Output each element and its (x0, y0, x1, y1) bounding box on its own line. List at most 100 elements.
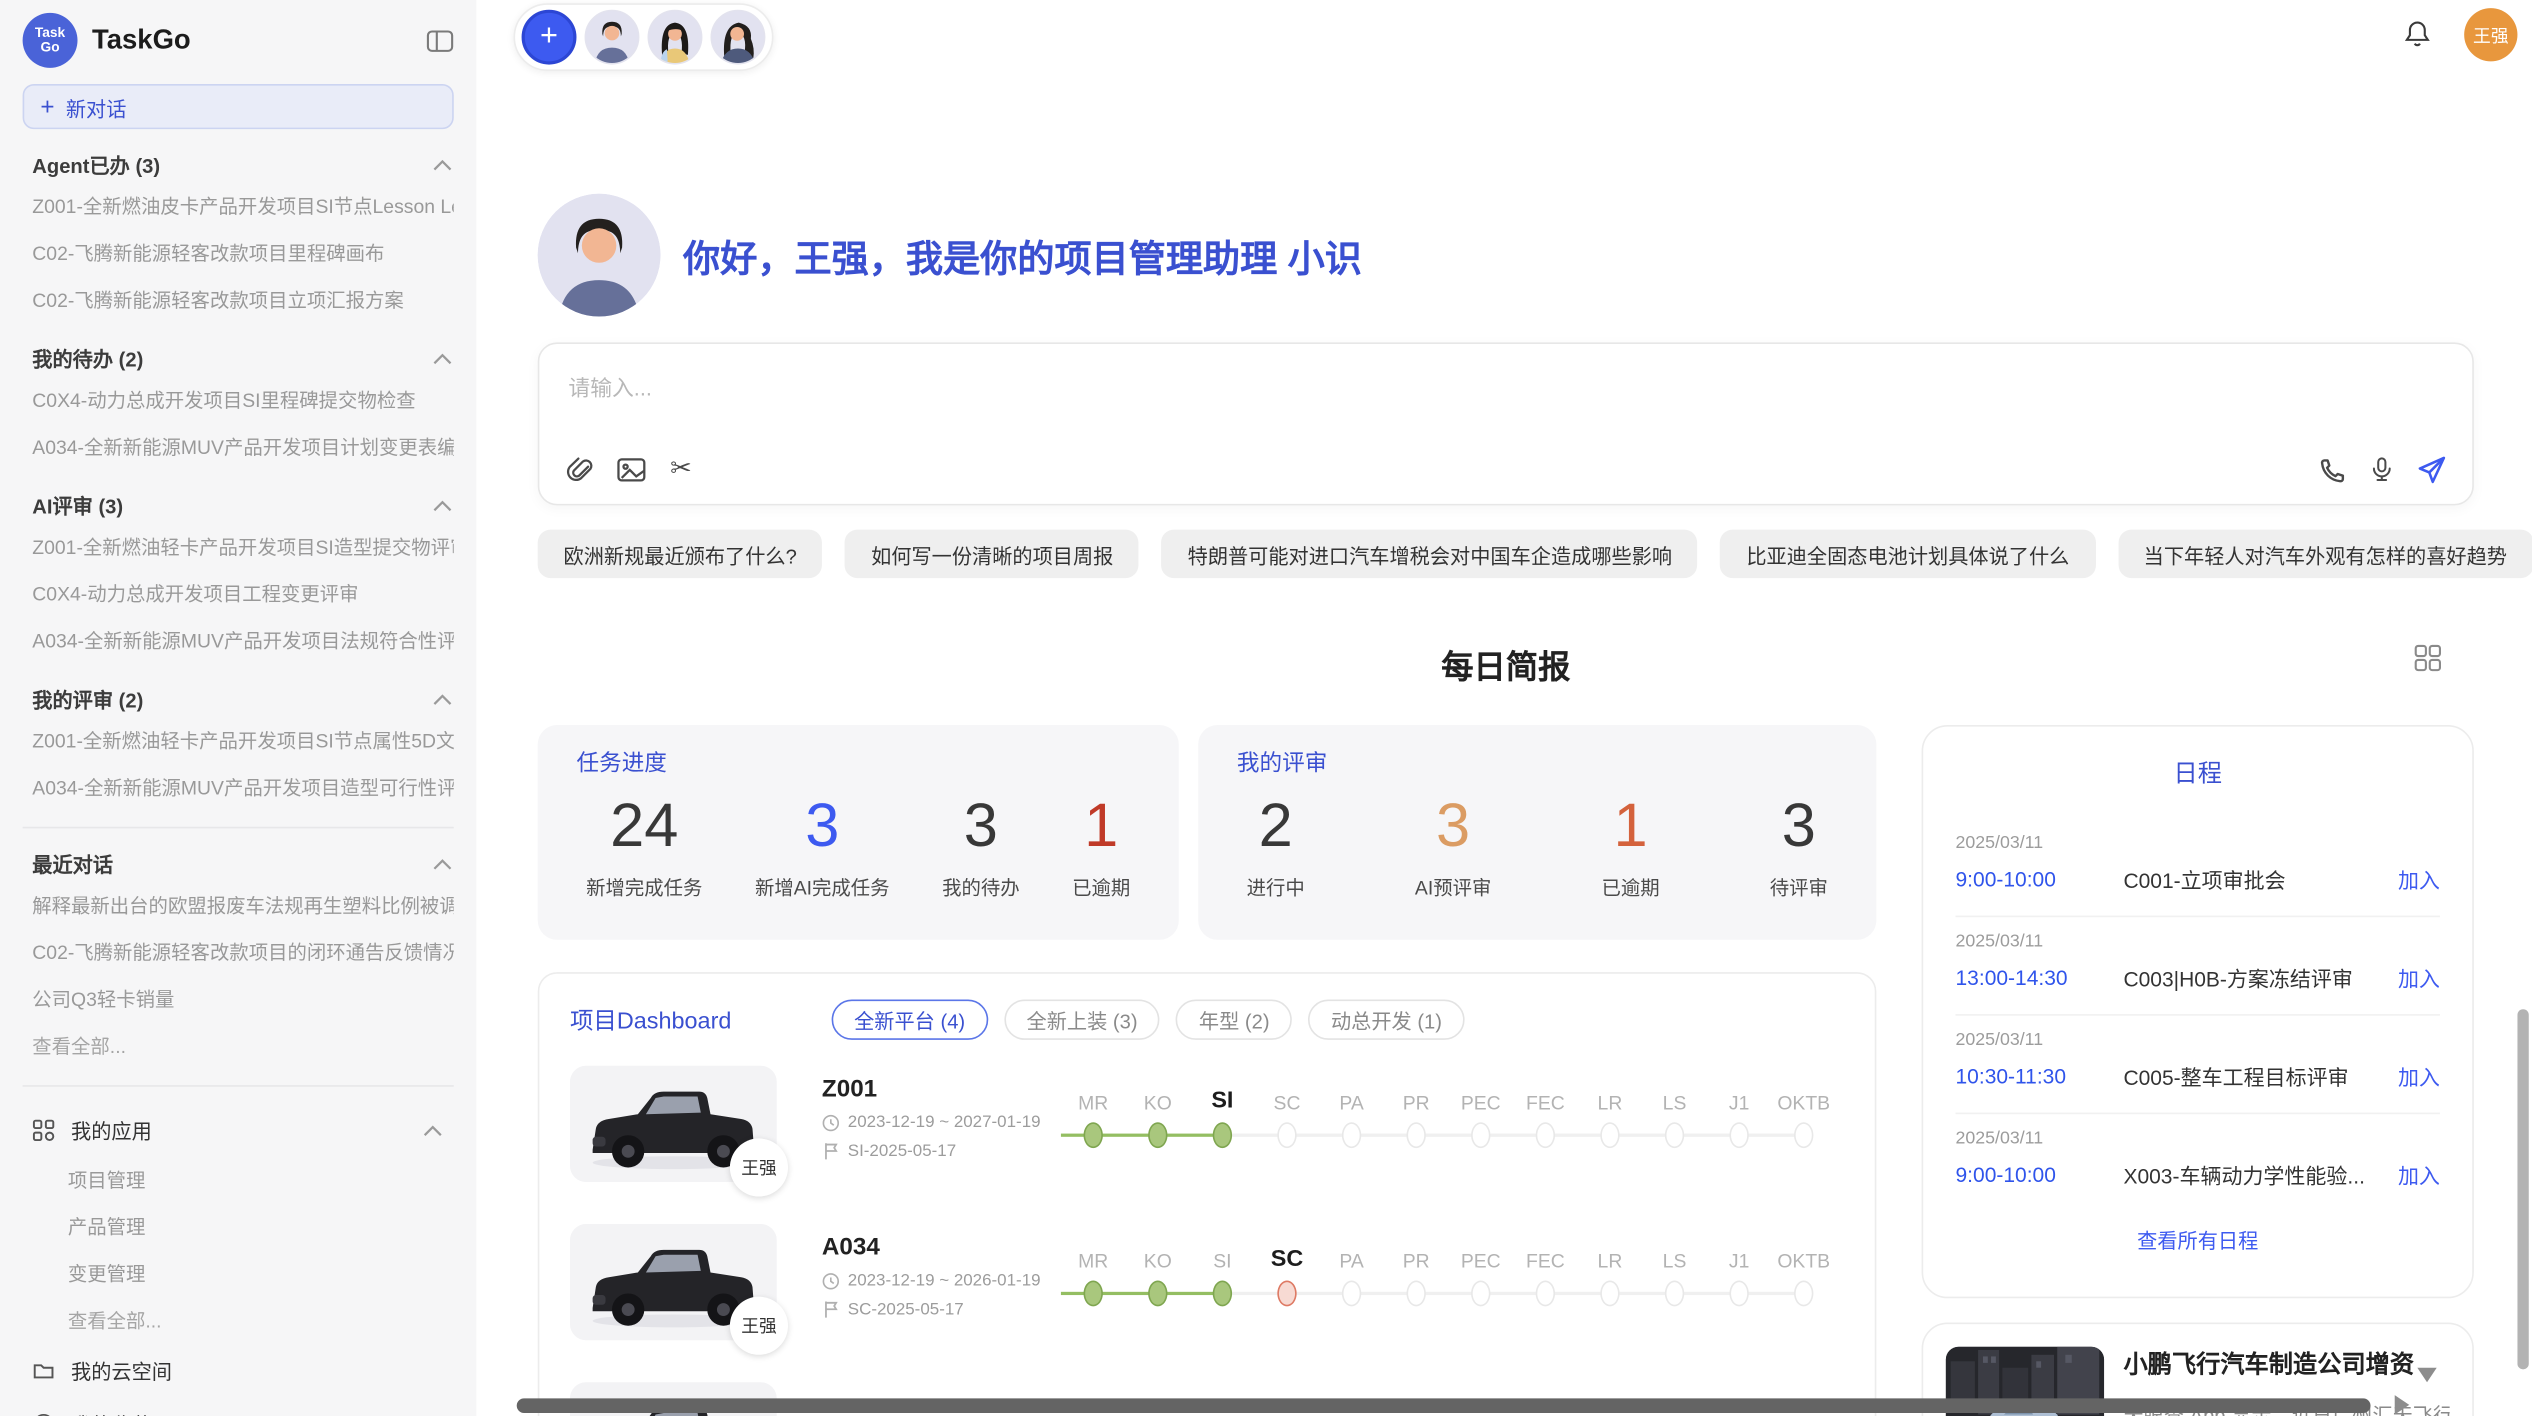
section-header[interactable]: 我的待办 (2) (23, 342, 454, 373)
sidebar-item-cloud-space[interactable]: 我的云空间 (23, 1344, 454, 1397)
sidebar-item-my-apps[interactable]: 我的应用 (23, 1103, 454, 1156)
assistant-avatar (538, 194, 661, 317)
schedule-title: 日程 (1956, 756, 2440, 790)
image-upload-icon[interactable] (617, 457, 646, 483)
dashboard-title: 项目Dashboard (570, 1003, 731, 1037)
sidebar-list-item[interactable]: Z001-全新燃油轻卡产品开发项目SI造型提交物评审 (23, 523, 454, 570)
sidebar-list-item[interactable]: A034-全新新能源MUV产品开发项目计划变更表编写 (23, 423, 454, 470)
sidebar-list-item[interactable]: C02-飞腾新能源轻客改款项目立项汇报方案 (23, 276, 454, 323)
milestone-label: J1 (1707, 1250, 1772, 1273)
stat-value: 24 (586, 788, 702, 868)
dashboard-filter-pill[interactable]: 全新上装 (3) (1004, 1000, 1160, 1040)
stat-label: 已逾期 (1072, 874, 1130, 901)
app-title: TaskGo (92, 24, 426, 56)
recent-section-header[interactable]: 最近对话 (23, 848, 454, 879)
milestone-label: PR (1384, 1092, 1449, 1115)
stat-column: 1 已逾期 (1072, 788, 1130, 902)
divider (23, 1085, 454, 1087)
join-meeting-link[interactable]: 加入 (2398, 1061, 2440, 1092)
recent-view-all[interactable]: 查看全部... (23, 1022, 454, 1069)
sidebar-list-item[interactable]: 变更管理 (68, 1250, 454, 1297)
milestone-dot (1600, 1122, 1619, 1148)
sidebar-list-item[interactable]: 产品管理 (68, 1203, 454, 1250)
layout-grid-icon[interactable] (2414, 644, 2441, 671)
dashboard-filter-pill[interactable]: 动总开发 (1) (1308, 1000, 1464, 1040)
project-code: A034 (822, 1234, 1061, 1261)
sidebar-list-item[interactable]: A034-全新新能源MUV产品开发项目造型可行性评审 (23, 764, 454, 811)
sidebar-section: Agent已办 (3) Z001-全新燃油皮卡产品开发项目SI节点Lesson … (23, 149, 454, 323)
schedule-view-all[interactable]: 查看所有日程 (1956, 1224, 2440, 1255)
dashboard-filter-pill[interactable]: 年型 (2) (1176, 1000, 1292, 1040)
join-meeting-link[interactable]: 加入 (2398, 962, 2440, 993)
vertical-scrollbar[interactable] (2517, 1009, 2528, 1369)
join-meeting-link[interactable]: 加入 (2398, 864, 2440, 895)
sidebar-list-item[interactable]: C0X4-动力总成开发项目SI里程碑提交物检查 (23, 376, 454, 423)
milestone-label: SC (1255, 1247, 1320, 1273)
dashboard-filters: 全新平台 (4) 全新上装 (3) 年型 (2) 动总开发 (1) (832, 1000, 1465, 1040)
stat-column: 3 我的待办 (942, 788, 1020, 902)
scroll-down-arrow[interactable] (2417, 1368, 2436, 1383)
sidebar-item-favorites[interactable]: 我的收藏 (23, 1397, 454, 1416)
milestone-dot (1729, 1122, 1748, 1148)
milestone-dot (1213, 1122, 1232, 1148)
stat-column: 24 新增完成任务 (586, 788, 702, 902)
phone-call-icon[interactable] (2319, 456, 2346, 483)
milestone-label: KO (1126, 1250, 1191, 1273)
message-input[interactable] (539, 344, 2472, 455)
clock-icon (822, 1272, 840, 1290)
section-header[interactable]: 我的评审 (2) (23, 683, 454, 714)
schedule-time: 9:00-10:00 (1956, 867, 2124, 891)
sidebar-list-item[interactable]: Z001-全新燃油皮卡产品开发项目SI节点Lesson Learn报告 (23, 182, 454, 229)
sidebar-list-item[interactable]: C0X4-动力总成开发项目工程变更评审 (23, 570, 454, 617)
sidebar-list-item[interactable]: C02-飞腾新能源轻客改款项目里程碑画布 (23, 229, 454, 276)
milestone-dot (1471, 1122, 1490, 1148)
milestone-label: SI (1190, 1088, 1255, 1114)
milestone-dot (1665, 1122, 1684, 1148)
join-meeting-link[interactable]: 加入 (2398, 1159, 2440, 1190)
project-row[interactable]: 王强 A034 2023-12-19 ~ 2026-01-19 SC-2025-… (570, 1224, 1844, 1340)
greeting-title: 你好，王强，我是你的项目管理助理 小识 (683, 228, 1362, 283)
microphone-icon[interactable] (2369, 455, 2395, 484)
suggestion-chip[interactable]: 欧洲新规最近颁布了什么? (538, 530, 823, 578)
sidebar-list-item[interactable]: Z001-全新燃油轻卡产品开发项目SI节点属性5D文件评审 (23, 717, 454, 764)
project-dashboard-card: 项目Dashboard 全新平台 (4) 全新上装 (3) 年型 (2) 动总开… (538, 972, 1877, 1416)
task-progress-card: 任务进度 24 新增完成任务 3 新增AI完成任务 3 我的待办 1 已逾期 (538, 725, 1179, 940)
stat-label: 新增完成任务 (586, 874, 702, 901)
scroll-right-arrow[interactable] (2395, 1395, 2410, 1414)
attachment-icon[interactable] (565, 456, 592, 483)
schedule-date: 2025/03/11 (1956, 1030, 2440, 1049)
milestone-label: FEC (1513, 1250, 1578, 1273)
schedule-name: C003|H0B-方案冻结评审 (2123, 962, 2397, 993)
suggestion-chip[interactable]: 特朗普可能对进口汽车增税会对中国车企造成哪些影响 (1162, 530, 1698, 578)
milestone-timeline: MRKOSISCPAPRPECFECLRLSJ1OKTB (1061, 1240, 1836, 1340)
collapse-sidebar-icon[interactable] (426, 28, 453, 52)
apps-view-all[interactable]: 查看全部... (68, 1297, 454, 1344)
scissors-icon[interactable]: ✂ (670, 457, 692, 483)
stat-value: 3 (1415, 788, 1491, 868)
milestone-dot (1084, 1122, 1103, 1148)
section-header[interactable]: Agent已办 (3) (23, 149, 454, 180)
stat-column: 3 待评审 (1770, 788, 1828, 902)
suggestion-chip[interactable]: 如何写一份清晰的项目周报 (845, 530, 1139, 578)
schedule-time: 9:00-10:00 (1956, 1163, 2124, 1187)
milestone-dot (1084, 1281, 1103, 1307)
project-row[interactable]: 王强 Z001 2023-12-19 ~ 2027-01-19 SI-2025-… (570, 1066, 1844, 1182)
project-car-image: 王强 (570, 1066, 777, 1182)
section-header[interactable]: AI评审 (3) (23, 489, 454, 520)
sidebar-list-item[interactable]: 项目管理 (68, 1156, 454, 1203)
daily-briefing-title: 每日简报 (538, 641, 2474, 688)
suggestion-chip[interactable]: 比亚迪全固态电池计划具体说了什么 (1721, 530, 2096, 578)
sidebar-list-item[interactable]: A034-全新新能源MUV产品开发项目法规符合性评审 (23, 617, 454, 664)
sidebar-list-item[interactable]: 解释最新出台的欧盟报废车法规再生塑料比例被调至15%... (23, 882, 454, 929)
sidebar-list-item[interactable]: C02-飞腾新能源轻客改款项目的闭环通告反馈情况 (23, 929, 454, 976)
suggestion-chip[interactable]: 当下年轻人对汽车外观有怎样的喜好趋势 (2118, 530, 2532, 578)
horizontal-scrollbar[interactable] (517, 1398, 2371, 1413)
send-icon[interactable] (2417, 455, 2446, 484)
stat-value: 1 (1072, 788, 1130, 868)
milestone-label: PR (1384, 1250, 1449, 1273)
sidebar-list-item[interactable]: 公司Q3轻卡销量 (23, 975, 454, 1022)
dashboard-filter-pill[interactable]: 全新平台 (4) (832, 1000, 988, 1040)
new-chat-button[interactable]: + 新对话 (23, 84, 454, 129)
milestone-label: OKTB (1771, 1092, 1836, 1115)
chevron-up-icon (421, 1121, 444, 1137)
